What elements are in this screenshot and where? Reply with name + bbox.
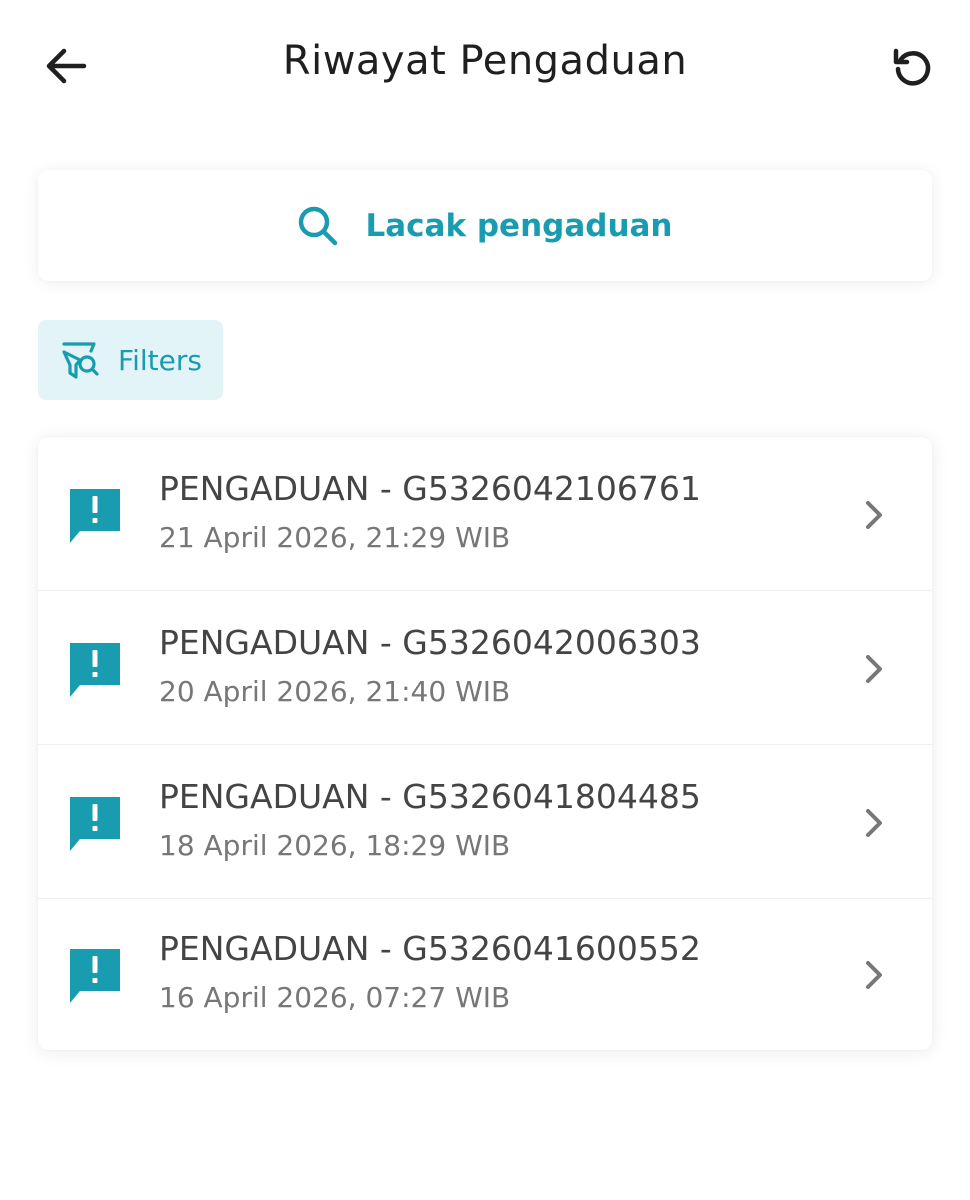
complaint-title: PENGADUAN - G5326041804485 — [159, 777, 701, 816]
refresh-icon — [893, 48, 931, 86]
complaint-history-screen: Riwayat Pengaduan Lacak pengaduan Filter… — [0, 0, 970, 1200]
filter-search-icon — [60, 340, 100, 380]
track-complaint-label: Lacak pengaduan — [365, 207, 673, 244]
filters-button[interactable]: Filters — [38, 320, 223, 400]
chevron-right-icon — [866, 655, 882, 683]
alert-message-icon — [70, 489, 120, 543]
complaint-title: PENGADUAN - G5326042006303 — [159, 623, 701, 662]
alert-message-icon — [70, 643, 120, 697]
complaint-item[interactable]: PENGADUAN - G5326042106761 21 April 2026… — [38, 437, 932, 591]
page-title: Riwayat Pengaduan — [282, 38, 688, 84]
complaint-item[interactable]: PENGADUAN - G5326041804485 18 April 2026… — [38, 745, 932, 899]
chevron-right-icon — [866, 809, 882, 837]
complaint-date: 21 April 2026, 21:29 WIB — [159, 521, 511, 554]
alert-message-icon — [70, 949, 120, 1003]
complaint-date: 16 April 2026, 07:27 WIB — [159, 981, 511, 1014]
complaint-item[interactable]: PENGADUAN - G5326042006303 20 April 2026… — [38, 591, 932, 745]
complaint-title: PENGADUAN - G5326042106761 — [159, 469, 701, 508]
refresh-button[interactable] — [886, 40, 940, 94]
complaint-date: 20 April 2026, 21:40 WIB — [159, 675, 511, 708]
complaint-date: 18 April 2026, 18:29 WIB — [159, 829, 511, 862]
app-header: Riwayat Pengaduan — [0, 0, 970, 130]
chevron-right-icon — [866, 501, 882, 529]
chevron-right-icon — [866, 961, 882, 989]
track-complaint-button[interactable]: Lacak pengaduan — [38, 170, 932, 281]
search-icon — [299, 206, 338, 245]
complaint-list: PENGADUAN - G5326042106761 21 April 2026… — [38, 437, 932, 1050]
alert-message-icon — [70, 797, 120, 851]
complaint-title: PENGADUAN - G5326041600552 — [159, 929, 701, 968]
complaint-item[interactable]: PENGADUAN - G5326041600552 16 April 2026… — [38, 897, 932, 1050]
filters-label: Filters — [118, 343, 202, 377]
track-complaint-content: Lacak pengaduan — [297, 205, 673, 247]
